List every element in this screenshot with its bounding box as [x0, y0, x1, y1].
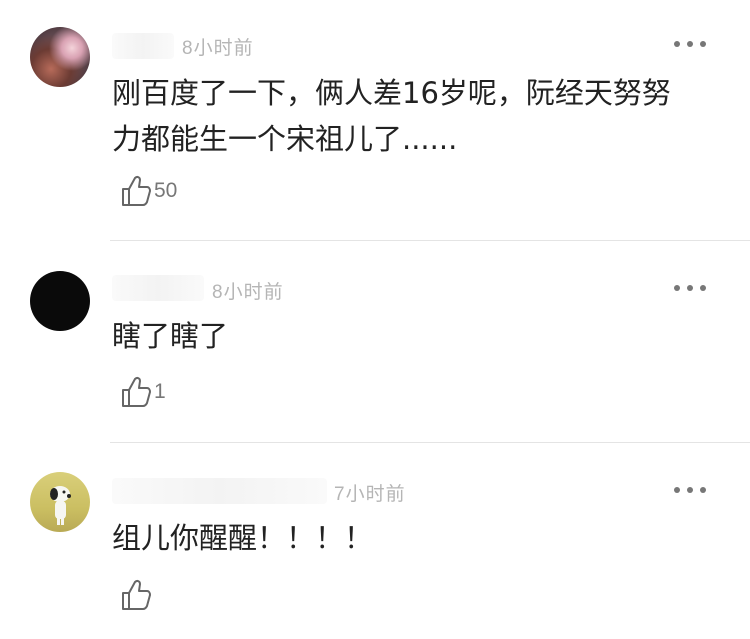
more-dots-icon	[674, 487, 680, 493]
thumbs-up-icon	[122, 376, 151, 407]
comment-item: 8小时前 刚百度了一下，俩人差16岁呢，阮经天努努 力都能生一个宋祖儿了....…	[0, 0, 750, 240]
more-options-button[interactable]	[674, 283, 706, 293]
avatar[interactable]	[30, 27, 90, 87]
comment-text-line: 瞎了瞎了	[112, 319, 229, 353]
like-button[interactable]	[120, 578, 154, 612]
comment-item: 8小时前 瞎了瞎了 1	[0, 241, 750, 442]
username[interactable]	[112, 275, 204, 301]
comment-text-line: 力都能生一个宋祖儿了......	[112, 122, 458, 156]
avatar[interactable]	[30, 472, 90, 532]
like-count: 50	[154, 179, 178, 202]
comment-text: 瞎了瞎了	[112, 313, 712, 359]
more-options-button[interactable]	[674, 39, 706, 49]
avatar[interactable]	[30, 271, 90, 331]
comment-item: 7小时前 组儿你醒醒！！！！	[0, 443, 750, 639]
more-options-button[interactable]	[674, 485, 706, 495]
comment-text-line: 组儿你醒醒！！！！	[112, 521, 374, 555]
comment-time: 8小时前	[182, 38, 254, 59]
more-dots-icon	[674, 285, 680, 291]
comment-time: 7小时前	[334, 484, 406, 505]
username[interactable]	[112, 33, 174, 59]
comment-text: 刚百度了一下，俩人差16岁呢，阮经天努努 力都能生一个宋祖儿了......	[112, 70, 712, 162]
thumbs-up-icon	[122, 579, 151, 610]
comment-text: 组儿你醒醒！！！！	[112, 515, 712, 561]
comment-time: 8小时前	[212, 282, 284, 303]
snoopy-avatar-icon	[50, 486, 71, 525]
more-dots-icon	[674, 41, 680, 47]
like-count: 1	[154, 380, 166, 403]
username[interactable]	[112, 478, 327, 504]
thumbs-up-icon	[122, 175, 151, 206]
comment-text-line: 刚百度了一下，俩人差16岁呢，阮经天努努	[112, 76, 671, 110]
like-button[interactable]: 1	[120, 375, 166, 409]
like-button[interactable]: 50	[120, 174, 177, 208]
